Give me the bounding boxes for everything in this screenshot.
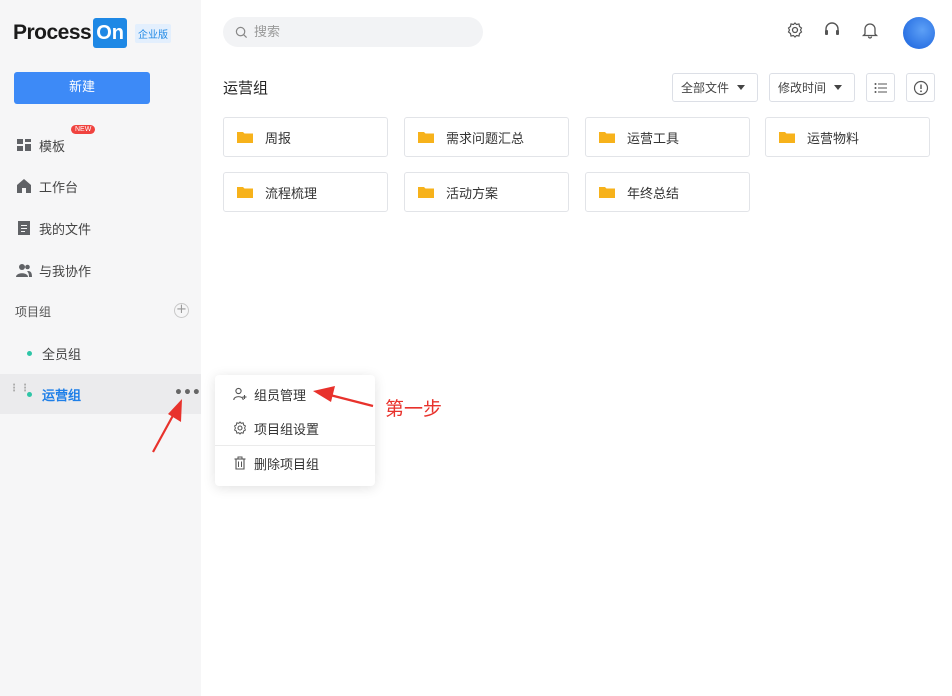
sort-label: 修改时间 (778, 81, 827, 95)
folder-icon (779, 132, 795, 143)
group-context-menu: 组员管理 项目组设置 删除项目组 (215, 375, 375, 486)
sidebar-item-workbench[interactable]: 工作台 (16, 175, 78, 197)
project-groups-label: 项目组 (15, 305, 52, 319)
sort-dropdown[interactable]: 修改时间 (769, 73, 855, 102)
group-dot-icon (27, 350, 32, 356)
folder-name: 活动方案 (446, 186, 499, 202)
caret-down-icon (737, 85, 746, 90)
folder-name: 运营工具 (627, 131, 680, 147)
folder-name: 年终总结 (627, 186, 680, 202)
bell-icon[interactable] (861, 21, 879, 39)
sidebar-item-my-files[interactable]: 我的文件 (16, 217, 91, 239)
add-group-button[interactable]: + (174, 303, 189, 318)
folder-icon (418, 132, 434, 143)
folder-icon (237, 187, 253, 198)
folder-name: 流程梳理 (265, 186, 318, 202)
folder-icon (418, 187, 434, 198)
caret-down-icon (834, 85, 843, 90)
folder-item[interactable]: 年终总结 (585, 172, 750, 212)
folder-item[interactable]: 活动方案 (404, 172, 569, 212)
folder-name: 周报 (265, 131, 292, 147)
headset-icon[interactable] (823, 21, 841, 39)
menu-item-label: 项目组设置 (254, 422, 320, 438)
sidebar-item-label: 工作台 (39, 180, 79, 196)
gear-icon[interactable] (786, 21, 804, 39)
group-item-operations[interactable]: ⋮⋮ 运营组 ••• (0, 374, 201, 414)
annotation-step-label: 第一步 (385, 398, 443, 420)
sidebar: Process On 企业版 新建 模板 NEW 工作台 我的文件 与我协作 项… (0, 0, 201, 696)
processon-logo[interactable]: Process On 企业版 (13, 17, 172, 49)
folder-item[interactable]: 运营工具 (585, 117, 750, 157)
sidebar-item-shared[interactable]: 与我协作 (16, 259, 91, 281)
folder-item[interactable]: 周报 (223, 117, 388, 157)
trash-icon (234, 456, 246, 470)
search-input[interactable] (254, 24, 454, 40)
folder-icon (599, 132, 615, 143)
folder-name: 需求问题汇总 (446, 131, 525, 147)
folder-name: 运营物料 (807, 131, 860, 147)
info-icon (913, 80, 928, 95)
context-menu-arrow (208, 385, 215, 399)
filter-dropdown[interactable]: 全部文件 (672, 73, 758, 102)
menu-item-label: 删除项目组 (254, 457, 320, 473)
search-icon (235, 26, 248, 38)
edition-badge: 企业版 (135, 23, 172, 43)
sidebar-item-label: 我的文件 (39, 222, 92, 238)
group-label: 运营组 (42, 388, 82, 404)
more-options-icon[interactable]: ••• (174, 385, 201, 401)
folder-item[interactable]: 需求问题汇总 (404, 117, 569, 157)
folder-icon (599, 187, 615, 198)
sidebar-item-templates[interactable]: 模板 NEW (16, 125, 96, 156)
new-button[interactable]: 新建 (14, 72, 150, 104)
folder-icon (237, 132, 253, 143)
logo-text-process: Process (13, 21, 92, 44)
file-icon (18, 221, 30, 235)
sidebar-item-label: 与我协作 (39, 264, 92, 280)
menu-item-label: 组员管理 (254, 388, 307, 404)
group-item-all[interactable]: 全员组 (0, 333, 201, 373)
avatar[interactable] (903, 17, 935, 49)
list-icon (874, 82, 887, 93)
menu-item-delete-group[interactable]: 删除项目组 (215, 446, 375, 480)
search-bar[interactable] (223, 17, 483, 47)
page-title: 运营组 (223, 79, 269, 97)
menu-item-group-settings[interactable]: 项目组设置 (215, 411, 375, 445)
menu-item-member-management[interactable]: 组员管理 (215, 377, 375, 411)
users-icon (16, 264, 32, 277)
logo-text-on: On (93, 18, 128, 48)
template-grid-icon (17, 139, 31, 151)
folder-item[interactable]: 流程梳理 (223, 172, 388, 212)
home-icon (17, 179, 31, 193)
sidebar-item-label: 模板 (39, 139, 66, 155)
filter-label: 全部文件 (681, 81, 730, 95)
folder-item[interactable]: 运营物料 (765, 117, 930, 157)
list-view-button[interactable] (866, 73, 895, 102)
info-button[interactable] (906, 73, 935, 102)
drag-handle-icon[interactable]: ⋮⋮ (9, 384, 30, 402)
new-badge: NEW (71, 125, 96, 134)
group-label: 全员组 (42, 347, 82, 363)
gear-icon (233, 421, 247, 435)
add-user-icon (233, 387, 247, 401)
